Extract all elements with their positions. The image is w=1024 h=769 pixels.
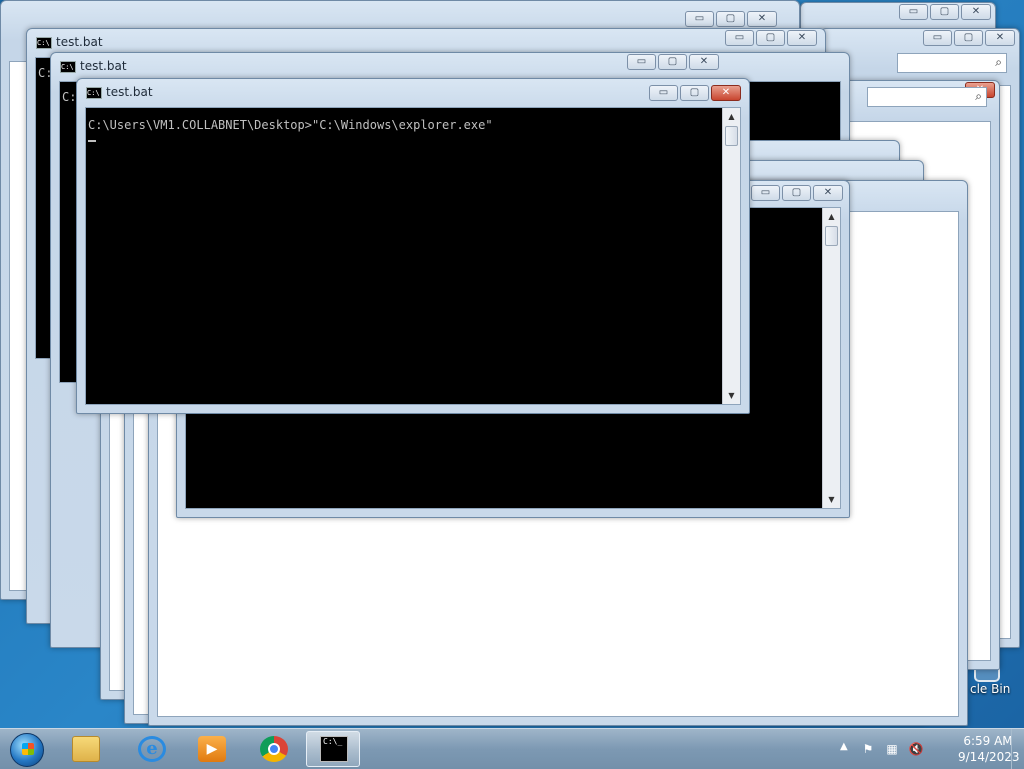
taskbar-ie-button[interactable]: e — [124, 731, 178, 767]
clock-time: 6:59 AM — [963, 734, 1013, 748]
network-icon[interactable]: ▦ — [884, 741, 900, 757]
scroll-thumb[interactable] — [725, 126, 738, 146]
console-icon: C:\ — [36, 37, 52, 49]
scroll-down-arrow[interactable]: ▼ — [823, 491, 840, 508]
taskbar: e ▶ C:\_ ▲ ⚑ ▦ 🔇 6:59 AM 9/14/2023 — [0, 728, 1024, 769]
window-title: test.bat — [80, 59, 127, 73]
recycle-bin-label: cle Bin — [970, 682, 1011, 696]
show-desktop-button[interactable] — [1011, 729, 1024, 769]
console-command-line: C:\Users\VM1.COLLABNET\Desktop>"C:\Windo… — [88, 118, 493, 132]
scroll-down-arrow[interactable]: ▼ — [723, 387, 740, 404]
maximize-button[interactable]: ▢ — [930, 4, 959, 20]
scroll-thumb[interactable] — [825, 226, 838, 246]
console-icon: C:\ — [60, 61, 76, 73]
close-button[interactable]: ✕ — [787, 30, 817, 46]
cmd-icon: C:\_ — [320, 736, 348, 762]
ie-icon: e — [138, 736, 166, 762]
minimize-button[interactable]: ▭ — [649, 85, 678, 101]
window-title: test.bat — [106, 85, 153, 99]
close-button[interactable]: ✕ — [813, 185, 843, 201]
system-tray: ▲ ⚑ ▦ 🔇 6:59 AM 9/14/2023 — [834, 729, 1024, 769]
console-scrollbar[interactable]: ▲ ▼ — [822, 208, 840, 508]
search-input[interactable]: ⌕ — [897, 53, 1007, 73]
maximize-button[interactable]: ▢ — [756, 30, 785, 46]
close-button[interactable]: ✕ — [985, 30, 1015, 46]
maximize-button[interactable]: ▢ — [954, 30, 983, 46]
search-icon[interactable]: ⌕ — [975, 89, 982, 104]
clock-date: 9/14/2023 — [958, 750, 1020, 764]
media-icon: ▶ — [198, 736, 226, 762]
minimize-button[interactable]: ▭ — [899, 4, 928, 20]
close-button[interactable]: ✕ — [711, 85, 741, 101]
chrome-icon — [260, 736, 288, 762]
search-icon[interactable]: ⌕ — [995, 55, 1002, 70]
minimize-button[interactable]: ▭ — [923, 30, 952, 46]
maximize-button[interactable]: ▢ — [680, 85, 709, 101]
taskbar-explorer-button[interactable] — [58, 731, 112, 767]
start-button[interactable] — [6, 731, 46, 769]
windows-orb-icon — [10, 733, 44, 767]
console-icon: C:\ — [86, 87, 102, 99]
maximize-button[interactable]: ▢ — [716, 11, 745, 27]
show-hidden-icons-arrow[interactable]: ▲ — [840, 741, 848, 752]
folder-icon — [72, 736, 100, 762]
search-input[interactable]: ⌕ — [867, 87, 987, 107]
close-button[interactable]: ✕ — [689, 54, 719, 70]
taskbar-cmd-button[interactable]: C:\_ — [306, 731, 360, 767]
action-center-flag-icon[interactable]: ⚑ — [860, 741, 876, 757]
minimize-button[interactable]: ▭ — [685, 11, 714, 27]
volume-muted-icon[interactable]: 🔇 — [908, 741, 924, 757]
window-title: test.bat — [56, 35, 103, 49]
scroll-up-arrow[interactable]: ▲ — [723, 108, 740, 125]
scroll-up-arrow[interactable]: ▲ — [823, 208, 840, 225]
desktop: cle Bin ▭ ▢ ✕ ▭ ▢ ✕ ⌕ ✕ ⌕ ▭ ▢ — [0, 0, 1024, 728]
close-button[interactable]: ✕ — [747, 11, 777, 27]
taskbar-media-player-button[interactable]: ▶ — [184, 731, 238, 767]
console-area[interactable]: C:\Users\VM1.COLLABNET\Desktop>"C:\Windo… — [85, 107, 741, 405]
minimize-button[interactable]: ▭ — [627, 54, 656, 70]
minimize-button[interactable]: ▭ — [725, 30, 754, 46]
console-window-front[interactable]: C:\ test.bat ▭ ▢ ✕ C:\Users\VM1.COLLABNE… — [76, 78, 750, 414]
taskbar-chrome-button[interactable] — [246, 731, 300, 767]
minimize-button[interactable]: ▭ — [751, 185, 780, 201]
maximize-button[interactable]: ▢ — [658, 54, 687, 70]
text-cursor — [88, 140, 96, 142]
close-button[interactable]: ✕ — [961, 4, 991, 20]
console-text: C: — [62, 90, 77, 104]
clock[interactable]: 6:59 AM 9/14/2023 — [958, 733, 1020, 765]
maximize-button[interactable]: ▢ — [782, 185, 811, 201]
console-scrollbar[interactable]: ▲ ▼ — [722, 108, 740, 404]
